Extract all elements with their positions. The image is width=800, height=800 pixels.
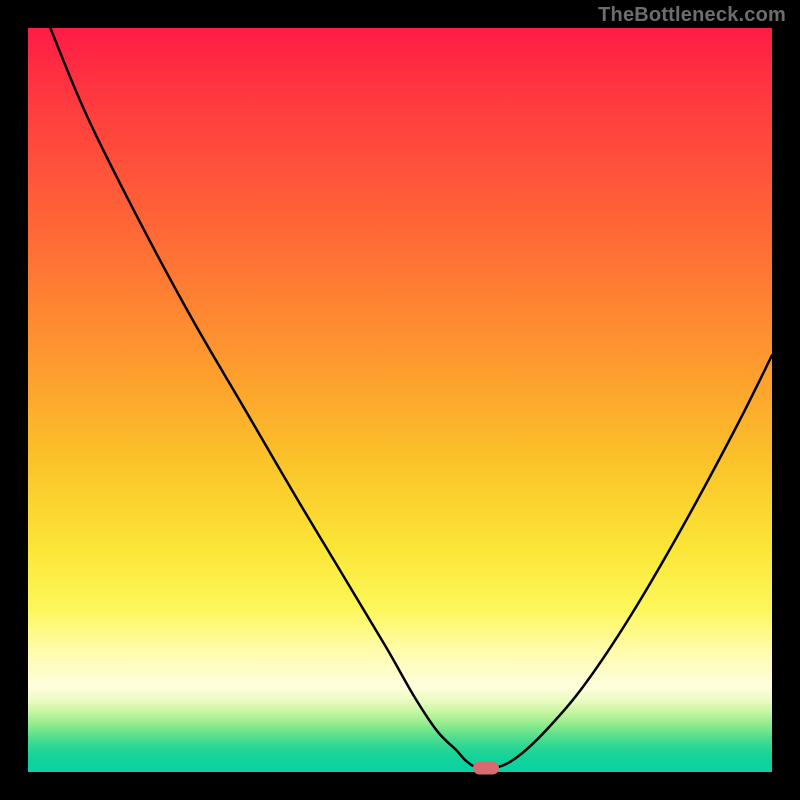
bottleneck-curve: [50, 28, 772, 769]
plot-area: [28, 28, 772, 772]
optimal-marker: [473, 761, 499, 774]
curve-svg: [28, 28, 772, 772]
watermark-text: TheBottleneck.com: [598, 4, 786, 27]
chart-stage: TheBottleneck.com: [0, 0, 800, 800]
